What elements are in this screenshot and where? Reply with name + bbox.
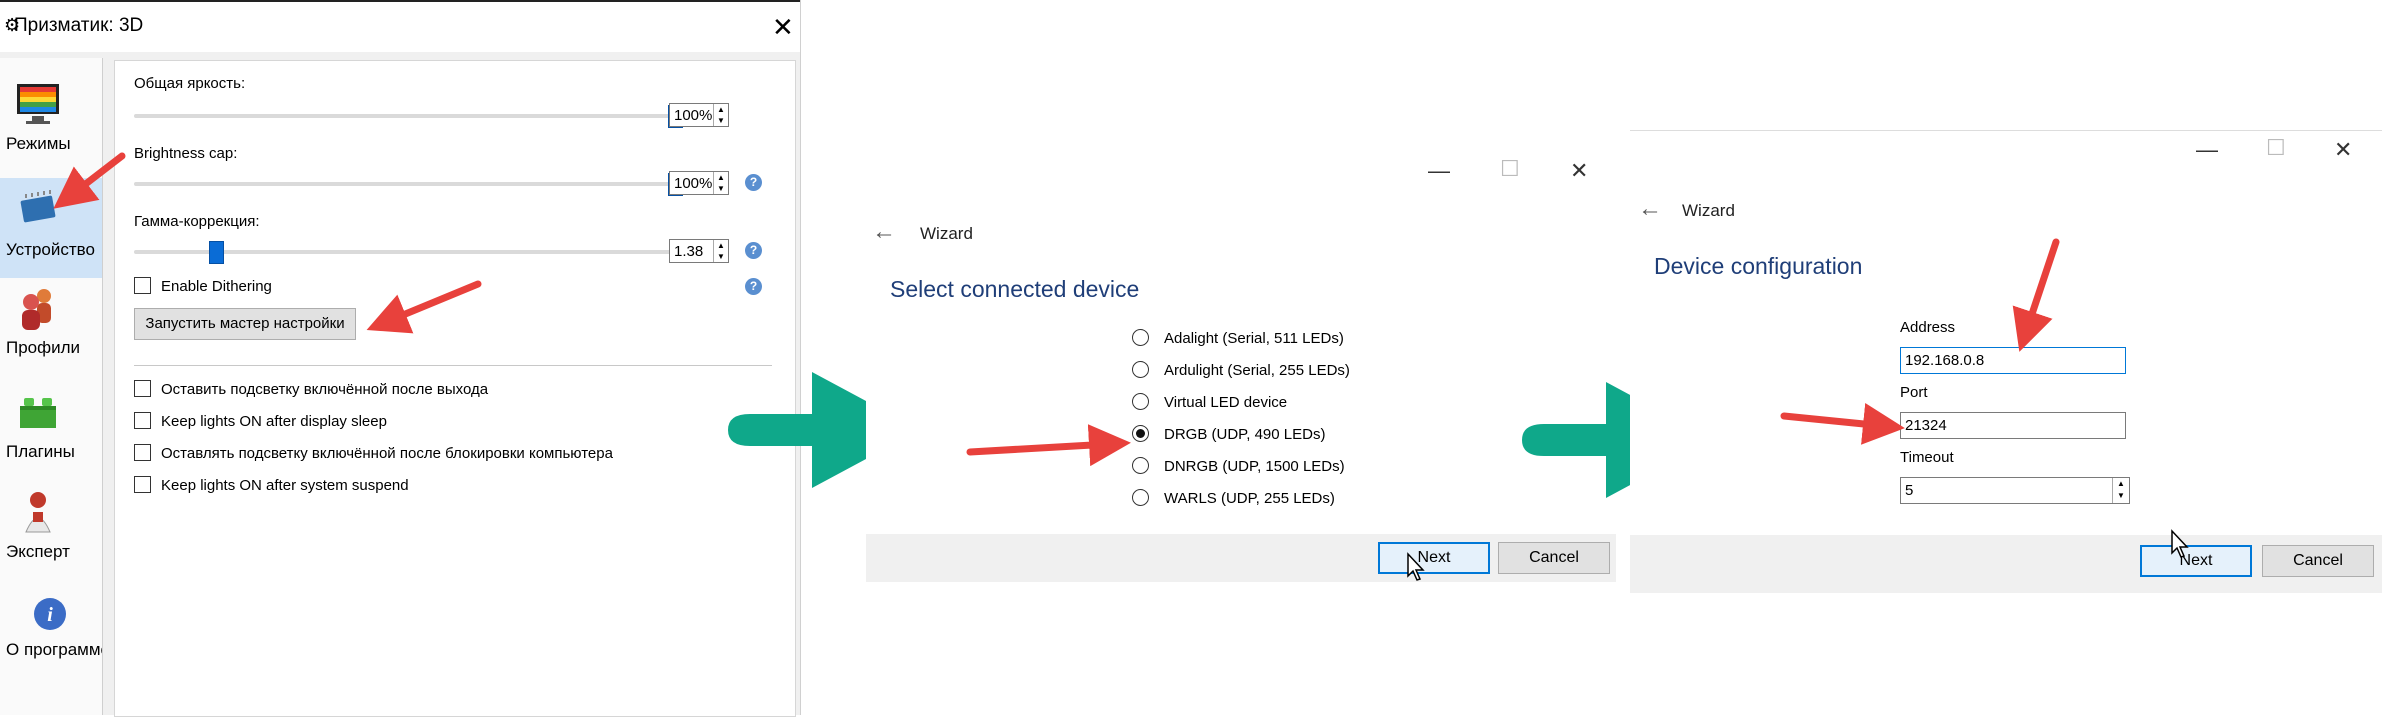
sidebar: Режимы Устройство Профили Плагины Экспер… (0, 58, 103, 715)
device-label: Ardulight (Serial, 255 LEDs) (1164, 362, 1350, 379)
lego-brick-icon (20, 398, 56, 428)
sidebar-item-about[interactable]: i О программе (0, 594, 102, 682)
device-radio[interactable] (1132, 393, 1149, 410)
option-checkbox[interactable] (134, 412, 151, 429)
brightness-slider-track[interactable] (134, 114, 682, 118)
option-checkbox[interactable] (134, 444, 151, 461)
wizard-header: Wizard (1682, 201, 1735, 220)
maximize-button[interactable]: ☐ (2266, 135, 2286, 161)
cancel-button[interactable]: Cancel (1498, 542, 1610, 574)
brightness-cap-label: Brightness cap: (134, 145, 238, 162)
gamma-value: 1.38 (674, 243, 704, 260)
title-bar: ⚙ Призматик: 3D ✕ (0, 0, 800, 52)
svg-text:i: i (47, 604, 53, 626)
spin-arrows-icon[interactable]: ▲ ▼ (713, 172, 728, 194)
close-button[interactable]: ✕ (2334, 137, 2352, 163)
red-arrow (1780, 403, 1905, 445)
sidebar-item-label: О программе (6, 640, 102, 659)
sidebar-item-label: Эксперт (6, 542, 70, 561)
brightness-cap-slider-track[interactable] (134, 182, 682, 186)
brightness-value: 100% (674, 107, 713, 124)
option-label: Оставить подсветку включённой после выхо… (161, 381, 489, 398)
next-button[interactable]: Next (2140, 545, 2252, 577)
profiles-people-icon (22, 289, 51, 330)
annotation-arrow-drgb (966, 424, 1131, 467)
sidebar-item-label: Профили (6, 338, 81, 357)
wizard-header: Wizard (920, 224, 973, 243)
annotation-arrows-config (1780, 238, 2060, 445)
sidebar-item-label: Плагины (6, 442, 75, 461)
brightness-cap-value: 100% (674, 175, 713, 192)
settings-window: ⚙ Призматик: 3D ✕ Режимы Устройство Проф… (0, 0, 801, 717)
divider (134, 365, 772, 366)
run-wizard-button[interactable]: Запустить мастер настройки (134, 308, 356, 340)
device-label: WARLS (UDP, 255 LEDs) (1164, 490, 1335, 507)
gamma-spinbox[interactable]: 1.38 ▲ ▼ (669, 239, 729, 263)
back-arrow-icon[interactable]: ← (1638, 195, 1662, 223)
option-checkbox[interactable] (134, 476, 151, 493)
sidebar-item-profiles[interactable]: Профили (0, 284, 102, 372)
dithering-checkbox[interactable] (134, 277, 151, 294)
timeout-spinbox[interactable]: 5 ▲ ▼ (1900, 477, 2130, 504)
window-title: Призматик: 3D (14, 15, 144, 36)
dithering-label: Enable Dithering (161, 278, 272, 295)
brightness-spinbox[interactable]: 100% ▲ ▼ (669, 103, 729, 127)
timeout-value: 5 (1905, 482, 1914, 499)
device-radio[interactable] (1132, 361, 1149, 378)
red-arrow (966, 424, 1131, 467)
sidebar-item-expert[interactable]: Эксперт (0, 488, 102, 576)
sidebar-item-label: Устройство (6, 240, 95, 259)
option-label: Оставлять подсветку включённой после бло… (161, 445, 613, 462)
mouse-cursor-icon (2171, 529, 2189, 558)
minimize-button[interactable]: — (2196, 137, 2218, 163)
device-label: DRGB (UDP, 490 LEDs) (1164, 426, 1326, 443)
help-icon[interactable]: ? (745, 242, 762, 259)
sidebar-item-modes[interactable]: Режимы (0, 80, 102, 168)
maximize-button[interactable]: ☐ (1500, 156, 1520, 182)
cancel-button[interactable]: Cancel (2262, 545, 2374, 577)
wizard-footer: Next Cancel (1630, 535, 2382, 593)
gamma-label: Гамма-коррекция: (134, 213, 260, 230)
brightness-cap-spinbox[interactable]: 100% ▲ ▼ (669, 171, 729, 195)
device-settings-panel: Общая яркость: 100% ▲ ▼ Brightness cap: 1… (114, 60, 796, 717)
chip-icon (20, 190, 56, 223)
gamma-slider-thumb[interactable] (208, 241, 224, 264)
minimize-button[interactable]: — (1428, 158, 1450, 184)
info-icon: i (34, 598, 66, 630)
wizard-footer: Next Cancel (866, 534, 1616, 582)
sidebar-item-device[interactable]: Устройство (0, 178, 102, 278)
spin-arrows-icon[interactable]: ▲ ▼ (2112, 478, 2129, 503)
mouse-cursor-icon (1407, 552, 1425, 581)
spin-arrows-icon[interactable]: ▲ ▼ (713, 104, 728, 126)
option-label: Keep lights ON after system suspend (161, 477, 409, 494)
device-label: DNRGB (UDP, 1500 LEDs) (1164, 458, 1345, 475)
next-button[interactable]: Next (1378, 542, 1490, 574)
monitor-rainbow-icon (17, 84, 59, 124)
page-title: Select connected device (890, 276, 1140, 302)
device-label: Virtual LED device (1164, 394, 1288, 411)
timeout-label: Timeout (1900, 449, 1954, 466)
brightness-label: Общая яркость: (134, 75, 246, 92)
back-arrow-icon[interactable]: ← (872, 218, 896, 246)
wizard-select-window: — ☐ ✕ ← Wizard Select connected device A… (866, 152, 1616, 582)
device-radio[interactable] (1132, 329, 1149, 346)
red-arrow (2012, 238, 2060, 352)
close-button[interactable]: ✕ (772, 14, 794, 40)
help-icon[interactable]: ? (745, 278, 762, 295)
option-label: Keep lights ON after display sleep (161, 413, 387, 430)
option-checkbox[interactable] (134, 380, 151, 397)
device-radio[interactable] (1132, 489, 1149, 506)
device-label: Adalight (Serial, 511 LEDs) (1164, 330, 1344, 347)
spin-arrows-icon[interactable]: ▲ ▼ (713, 240, 728, 262)
close-button[interactable]: ✕ (1570, 158, 1588, 184)
sidebar-item-label: Режимы (6, 134, 71, 153)
help-icon[interactable]: ? (745, 174, 762, 191)
sidebar-item-plugins[interactable]: Плагины (0, 388, 102, 476)
expert-figure-icon (25, 492, 51, 533)
